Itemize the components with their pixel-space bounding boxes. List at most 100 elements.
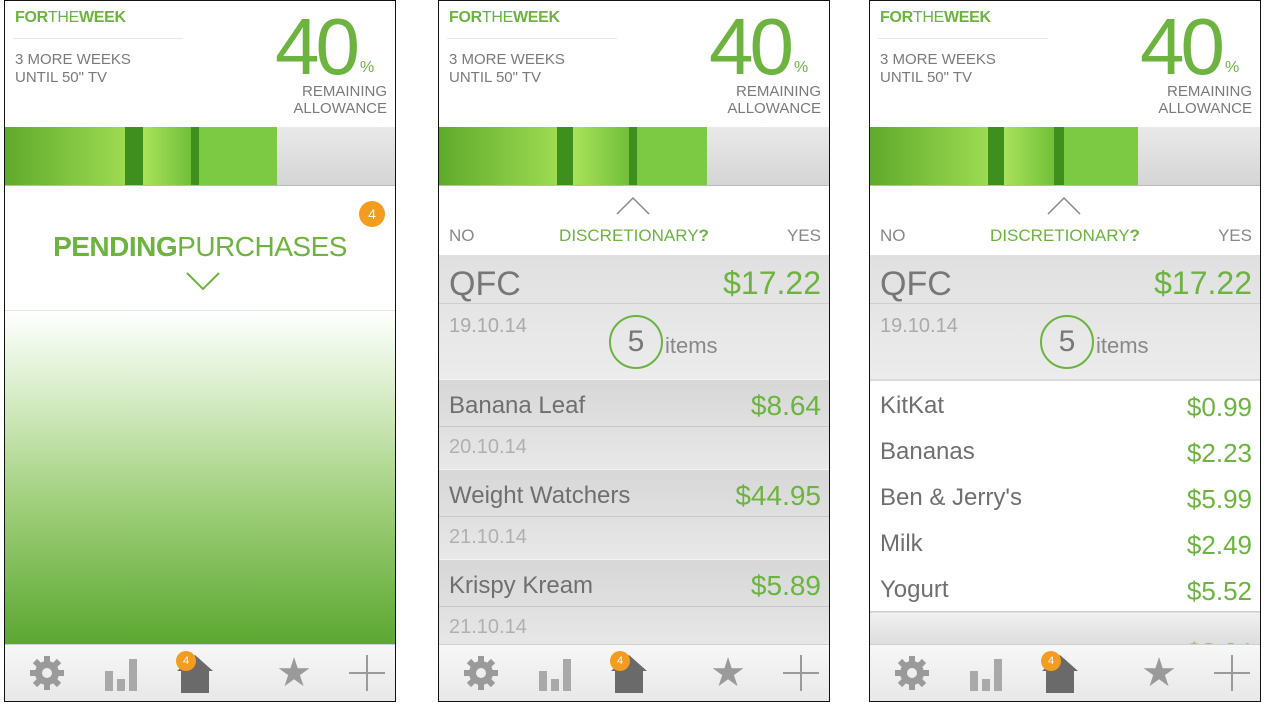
item-name: Yogurt [880,576,949,603]
remaining-percent: 40 [709,2,794,91]
divider [447,38,617,39]
receipt-row-partial[interactable]: $8.64 [870,613,1260,647]
bar-chart-icon[interactable] [531,649,579,697]
item-name: Bananas [880,438,975,465]
receipt-date: 20.10.14 [449,436,527,458]
chevron-up-icon[interactable] [615,196,651,221]
star-icon[interactable]: ★ [270,649,318,697]
spend-segment [870,127,988,185]
allowance-header: FORTHEWEEK 3 MORE WEEKS UNTIL 50" TV 40 %… [870,1,1260,127]
divider [439,606,829,607]
gear-icon[interactable] [888,649,936,697]
pending-count-badge: 4 [359,201,385,227]
spend-segment [191,127,199,185]
receipt-store: Krispy Kream [449,572,594,599]
receipt-store: QFC [449,265,521,303]
receipt-row[interactable]: Krispy Kream $5.89 21.10.14 [439,559,829,647]
star-icon[interactable]: ★ [704,649,752,697]
receipt-row[interactable]: Banana Leaf $8.64 20.10.14 [439,379,829,470]
items-label: items [665,333,718,358]
percent-sign: % [794,59,809,76]
line-item[interactable]: Bananas $2.23 [870,427,1260,474]
remaining-allowance-label: REMAINING ALLOWANCE [293,83,387,117]
gear-icon[interactable] [23,649,71,697]
spend-segment [573,127,629,185]
divider [439,516,829,517]
receipt-row[interactable]: Weight Watchers $44.95 21.10.14 [439,469,829,560]
line-item[interactable]: Milk $2.49 [870,519,1260,566]
tab-bar: 4 ★ [439,644,829,701]
pending-purchases-title[interactable]: PENDINGPURCHASES [5,231,395,263]
savings-goal: 3 MORE WEEKS UNTIL 50" TV [880,51,996,86]
item-name: Milk [880,530,923,557]
line-item[interactable]: Yogurt $5.52 [870,565,1260,612]
app-logo: FORTHEWEEK [449,9,560,26]
spend-segment [1054,127,1064,185]
line-item[interactable]: Ben & Jerry's $5.99 [870,473,1260,520]
receipt-date: 19.10.14 [449,315,527,337]
gear-icon[interactable] [457,649,505,697]
receipt-amount: $17.22 [723,265,821,301]
item-name: KitKat [880,392,945,419]
home-icon[interactable]: 4 [1036,649,1084,697]
plus-icon[interactable] [777,649,825,697]
remaining-allowance-label: REMAINING ALLOWANCE [727,83,821,117]
home-icon[interactable]: 4 [171,649,219,697]
receipt-list[interactable]: QFC $17.22 19.10.14 5 items Banana Leaf … [439,255,829,647]
discretionary-label: DISCRETIONARY? [990,226,1140,245]
receipt-date: 19.10.14 [880,315,958,337]
screen-receipts-list: FORTHEWEEK 3 MORE WEEKS UNTIL 50" TV 40 %… [438,0,830,702]
percent-sign: % [1225,59,1240,76]
receipt-detail-list[interactable]: QFC $17.22 19.10.14 5 items KitKat $0.99… [870,255,1260,647]
plus-icon[interactable] [343,649,391,697]
spend-segment [557,127,573,185]
receipt-amount: $8.64 [750,390,821,421]
receipt-qfc[interactable]: QFC $17.22 19.10.14 5 items [439,255,829,379]
item-price: $0.99 [1186,392,1252,422]
allowance-progress-bar [5,127,395,186]
remaining-percent: 40 [1140,2,1225,91]
bar-chart-icon[interactable] [962,649,1010,697]
receipt-store: Weight Watchers [449,482,631,509]
divider [439,303,829,304]
bar-chart-icon[interactable] [97,649,145,697]
allowance-header: FORTHEWEEK 3 MORE WEEKS UNTIL 50" TV 40 %… [439,1,829,127]
app-logo: FORTHEWEEK [15,9,126,26]
tab-bar: 4 ★ [5,644,395,701]
spend-segment [637,127,707,185]
receipt-store: Banana Leaf [449,392,586,419]
chevron-up-icon[interactable] [1046,196,1082,221]
item-price: $2.49 [1186,530,1252,560]
home-badge: 4 [610,651,630,671]
allowance-progress-bar [870,127,1260,186]
app-logo: FORTHEWEEK [880,9,991,26]
receipt-qfc[interactable]: QFC $17.22 19.10.14 5 items [870,255,1260,379]
remaining-percent: 40 [275,2,360,91]
item-count-badge[interactable]: 5 [1040,315,1094,369]
chevron-down-icon[interactable] [185,271,221,296]
spend-segment [629,127,637,185]
star-icon[interactable]: ★ [1135,649,1183,697]
screen-pending-purchases: FORTHEWEEK 3 MORE WEEKS UNTIL 50" TV 40 %… [4,0,396,702]
pending-drop-area [5,311,395,647]
item-price: $5.99 [1186,484,1252,514]
discretionary-label: DISCRETIONARY? [559,226,709,245]
item-count-badge[interactable]: 5 [609,315,663,369]
spend-segment [125,127,143,185]
allowance-header: FORTHEWEEK 3 MORE WEEKS UNTIL 50" TV 40 %… [5,1,395,127]
allowance-progress-bar [439,127,829,186]
divider [878,38,1048,39]
home-badge: 4 [176,651,196,671]
plus-icon[interactable] [1208,649,1256,697]
item-name: Ben & Jerry's [880,484,1022,511]
savings-goal: 3 MORE WEEKS UNTIL 50" TV [15,51,131,86]
savings-goal: 3 MORE WEEKS UNTIL 50" TV [449,51,565,86]
tab-bar: 4 ★ [870,644,1260,701]
home-badge: 4 [1041,651,1061,671]
line-item[interactable]: KitKat $0.99 [870,381,1260,428]
items-label: items [1096,333,1149,358]
receipt-amount: $5.89 [750,570,821,601]
home-icon[interactable]: 4 [605,649,653,697]
percent-sign: % [360,59,375,76]
remaining-allowance-label: REMAINING ALLOWANCE [1158,83,1252,117]
